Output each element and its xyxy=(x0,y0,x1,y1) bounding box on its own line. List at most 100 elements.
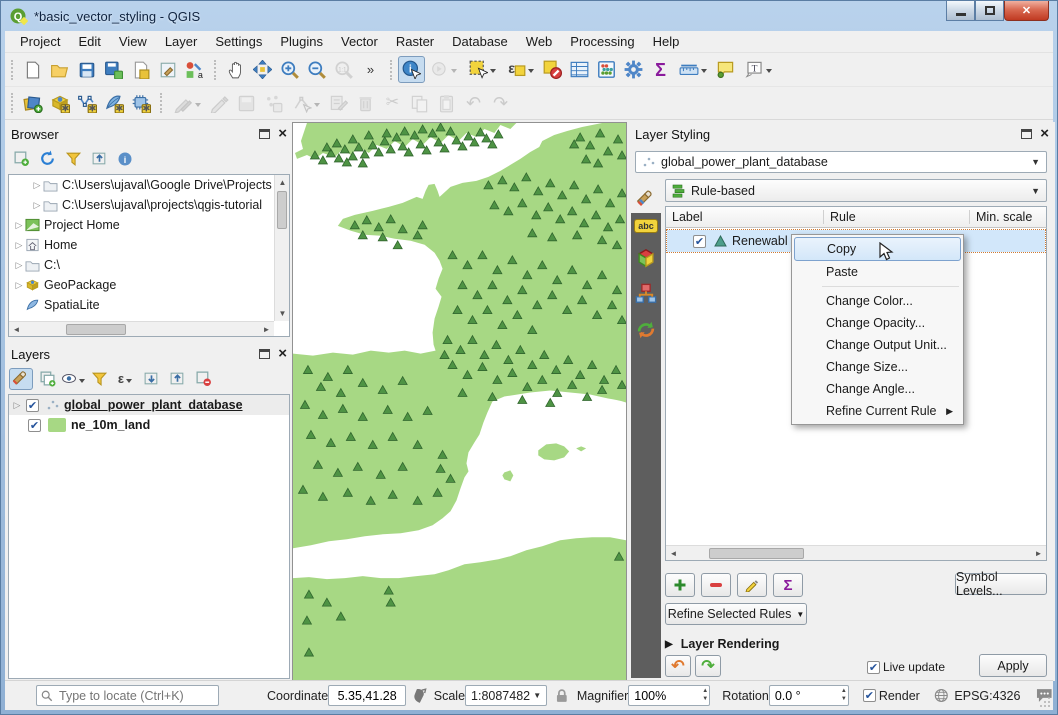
add-group-button[interactable] xyxy=(35,368,59,390)
browser-item-folder[interactable]: ▷C:\Users\ujaval\projects\qgis-tutorial xyxy=(9,195,273,215)
rule-checkbox[interactable]: ✔ xyxy=(693,235,706,248)
save-layer-edits-button[interactable] xyxy=(233,90,260,117)
style-manager-button[interactable]: a xyxy=(181,56,208,83)
close-panel-icon[interactable]: × xyxy=(278,129,287,139)
menu-processing[interactable]: Processing xyxy=(561,32,643,51)
expand-arrow-icon[interactable]: ▷ xyxy=(31,180,43,191)
expand-arrow-icon[interactable]: ▷ xyxy=(11,400,23,411)
style-redo-button[interactable]: ↷ xyxy=(695,655,721,677)
current-edits-button[interactable] xyxy=(168,90,206,117)
menu-database[interactable]: Database xyxy=(443,32,517,51)
multiedit-attributes-button[interactable] xyxy=(325,90,352,117)
menu-view[interactable]: View xyxy=(110,32,156,51)
context-menu-change-output-unit[interactable]: Change Output Unit... xyxy=(794,334,961,356)
history-tab[interactable] xyxy=(635,319,657,341)
maximize-button[interactable] xyxy=(975,1,1004,21)
menu-raster[interactable]: Raster xyxy=(387,32,443,51)
zoom-native-button[interactable]: 1:1 xyxy=(330,56,357,83)
spinner-arrows[interactable]: ▲▼ xyxy=(841,687,847,703)
edit-rule-button[interactable] xyxy=(737,573,767,597)
layer-visibility-checkbox[interactable]: ✔ xyxy=(26,399,39,412)
diagrams-tab[interactable] xyxy=(635,283,657,305)
menu-plugins[interactable]: Plugins xyxy=(271,32,332,51)
renderer-selector[interactable]: Rule-based ▼ xyxy=(665,179,1047,202)
field-calculator-button[interactable] xyxy=(593,56,620,83)
scale-combobox[interactable]: 1:8087482▼ xyxy=(465,685,547,706)
menu-layer[interactable]: Layer xyxy=(156,32,207,51)
close-panel-icon[interactable]: × xyxy=(278,349,287,359)
delete-selected-button[interactable] xyxy=(352,90,379,117)
add-feature-button[interactable] xyxy=(260,90,287,117)
toggle-editing-button[interactable] xyxy=(206,90,233,117)
select-by-expression-button[interactable]: ε xyxy=(501,56,539,83)
context-menu-paste[interactable]: Paste xyxy=(794,261,961,283)
float-panel-icon[interactable] xyxy=(259,129,270,139)
coordinate-input[interactable] xyxy=(328,685,406,706)
properties-info-button[interactable]: i xyxy=(113,148,137,170)
apply-button[interactable]: Apply xyxy=(979,654,1047,677)
context-menu-change-angle[interactable]: Change Angle... xyxy=(794,378,961,400)
style-undo-button[interactable]: ↶ xyxy=(665,655,691,677)
spinner-arrows[interactable]: ▲▼ xyxy=(702,687,708,703)
render-checkbox[interactable]: ✔ xyxy=(863,689,876,702)
open-layer-styling-button[interactable] xyxy=(9,368,33,390)
toolbar-handle[interactable] xyxy=(11,93,14,113)
styling-layer-selector[interactable]: global_power_plant_database ▼ xyxy=(635,151,1047,173)
expand-all-button[interactable] xyxy=(139,368,163,390)
filter-browser-button[interactable] xyxy=(61,148,85,170)
paste-features-button[interactable] xyxy=(433,90,460,117)
count-features-button[interactable]: Σ xyxy=(773,573,803,597)
toolbar-handle[interactable] xyxy=(390,60,393,80)
toolbar-handle[interactable] xyxy=(160,93,163,113)
browser-item-geopackage[interactable]: ▷GeoPackage xyxy=(9,275,273,295)
zoom-in-button[interactable] xyxy=(276,56,303,83)
lock-scale-icon[interactable] xyxy=(555,688,569,703)
browser-item-spatialite[interactable]: SpatiaLite xyxy=(9,295,273,315)
new-spatialite-layer-button[interactable]: ✱ xyxy=(100,90,127,117)
text-annotation-button[interactable]: T xyxy=(739,56,777,83)
remove-rule-button[interactable] xyxy=(701,573,731,597)
select-features-button[interactable] xyxy=(463,56,501,83)
refine-selected-rules-button[interactable]: Refine Selected Rules▼ xyxy=(665,603,807,625)
context-menu-change-opacity[interactable]: Change Opacity... xyxy=(794,312,961,334)
resize-grip[interactable] xyxy=(1039,696,1051,708)
refresh-button[interactable] xyxy=(35,148,59,170)
zoom-out-button[interactable] xyxy=(303,56,330,83)
menu-edit[interactable]: Edit xyxy=(69,32,109,51)
collapse-all-button[interactable] xyxy=(87,148,111,170)
toolbar-handle[interactable] xyxy=(11,60,14,80)
rotation-input[interactable] xyxy=(769,685,849,706)
toolbar-overflow-button[interactable]: » xyxy=(357,56,384,83)
identify-features-button[interactable]: i xyxy=(398,56,425,83)
open-project-button[interactable] xyxy=(46,56,73,83)
undo-button[interactable]: ↶ xyxy=(460,90,487,117)
layout-manager-button[interactable] xyxy=(154,56,181,83)
layer-item-power-plants[interactable]: ▷ ✔ global_power_plant_database xyxy=(9,395,289,415)
symbol-levels-button[interactable]: Symbol Levels... xyxy=(955,573,1047,595)
add-selected-layers-button[interactable] xyxy=(9,148,33,170)
menu-web[interactable]: Web xyxy=(517,32,562,51)
layer-visibility-checkbox[interactable]: ✔ xyxy=(28,419,41,432)
expand-arrow-icon[interactable]: ▷ xyxy=(13,280,25,291)
labels-tab[interactable]: abc xyxy=(634,219,658,233)
copy-features-button[interactable] xyxy=(406,90,433,117)
manage-visibility-button[interactable] xyxy=(61,368,85,390)
context-menu-refine-current-rule[interactable]: Refine Current Rule▶ xyxy=(794,400,961,422)
statistical-summary-button[interactable]: Σ xyxy=(647,56,674,83)
expand-arrow-icon[interactable]: ▷ xyxy=(13,240,25,251)
epsg-status[interactable]: EPSG:4326 xyxy=(954,689,1020,703)
data-source-manager-button[interactable] xyxy=(19,90,46,117)
new-shapefile-layer-button[interactable]: ✱ xyxy=(73,90,100,117)
crs-globe-icon[interactable] xyxy=(934,688,949,703)
pan-map-button[interactable] xyxy=(222,56,249,83)
expand-arrow-icon[interactable]: ▷ xyxy=(31,200,43,211)
toolbar-handle[interactable] xyxy=(214,60,217,80)
browser-horizontal-scrollbar[interactable]: ◄► xyxy=(9,321,274,336)
measure-button[interactable] xyxy=(674,56,712,83)
symbology-tab[interactable] xyxy=(631,182,661,213)
menu-vector[interactable]: Vector xyxy=(332,32,387,51)
new-print-layout-button[interactable] xyxy=(127,56,154,83)
vertex-tool-button[interactable] xyxy=(287,90,325,117)
add-rule-button[interactable] xyxy=(665,573,695,597)
save-project-button[interactable] xyxy=(73,56,100,83)
